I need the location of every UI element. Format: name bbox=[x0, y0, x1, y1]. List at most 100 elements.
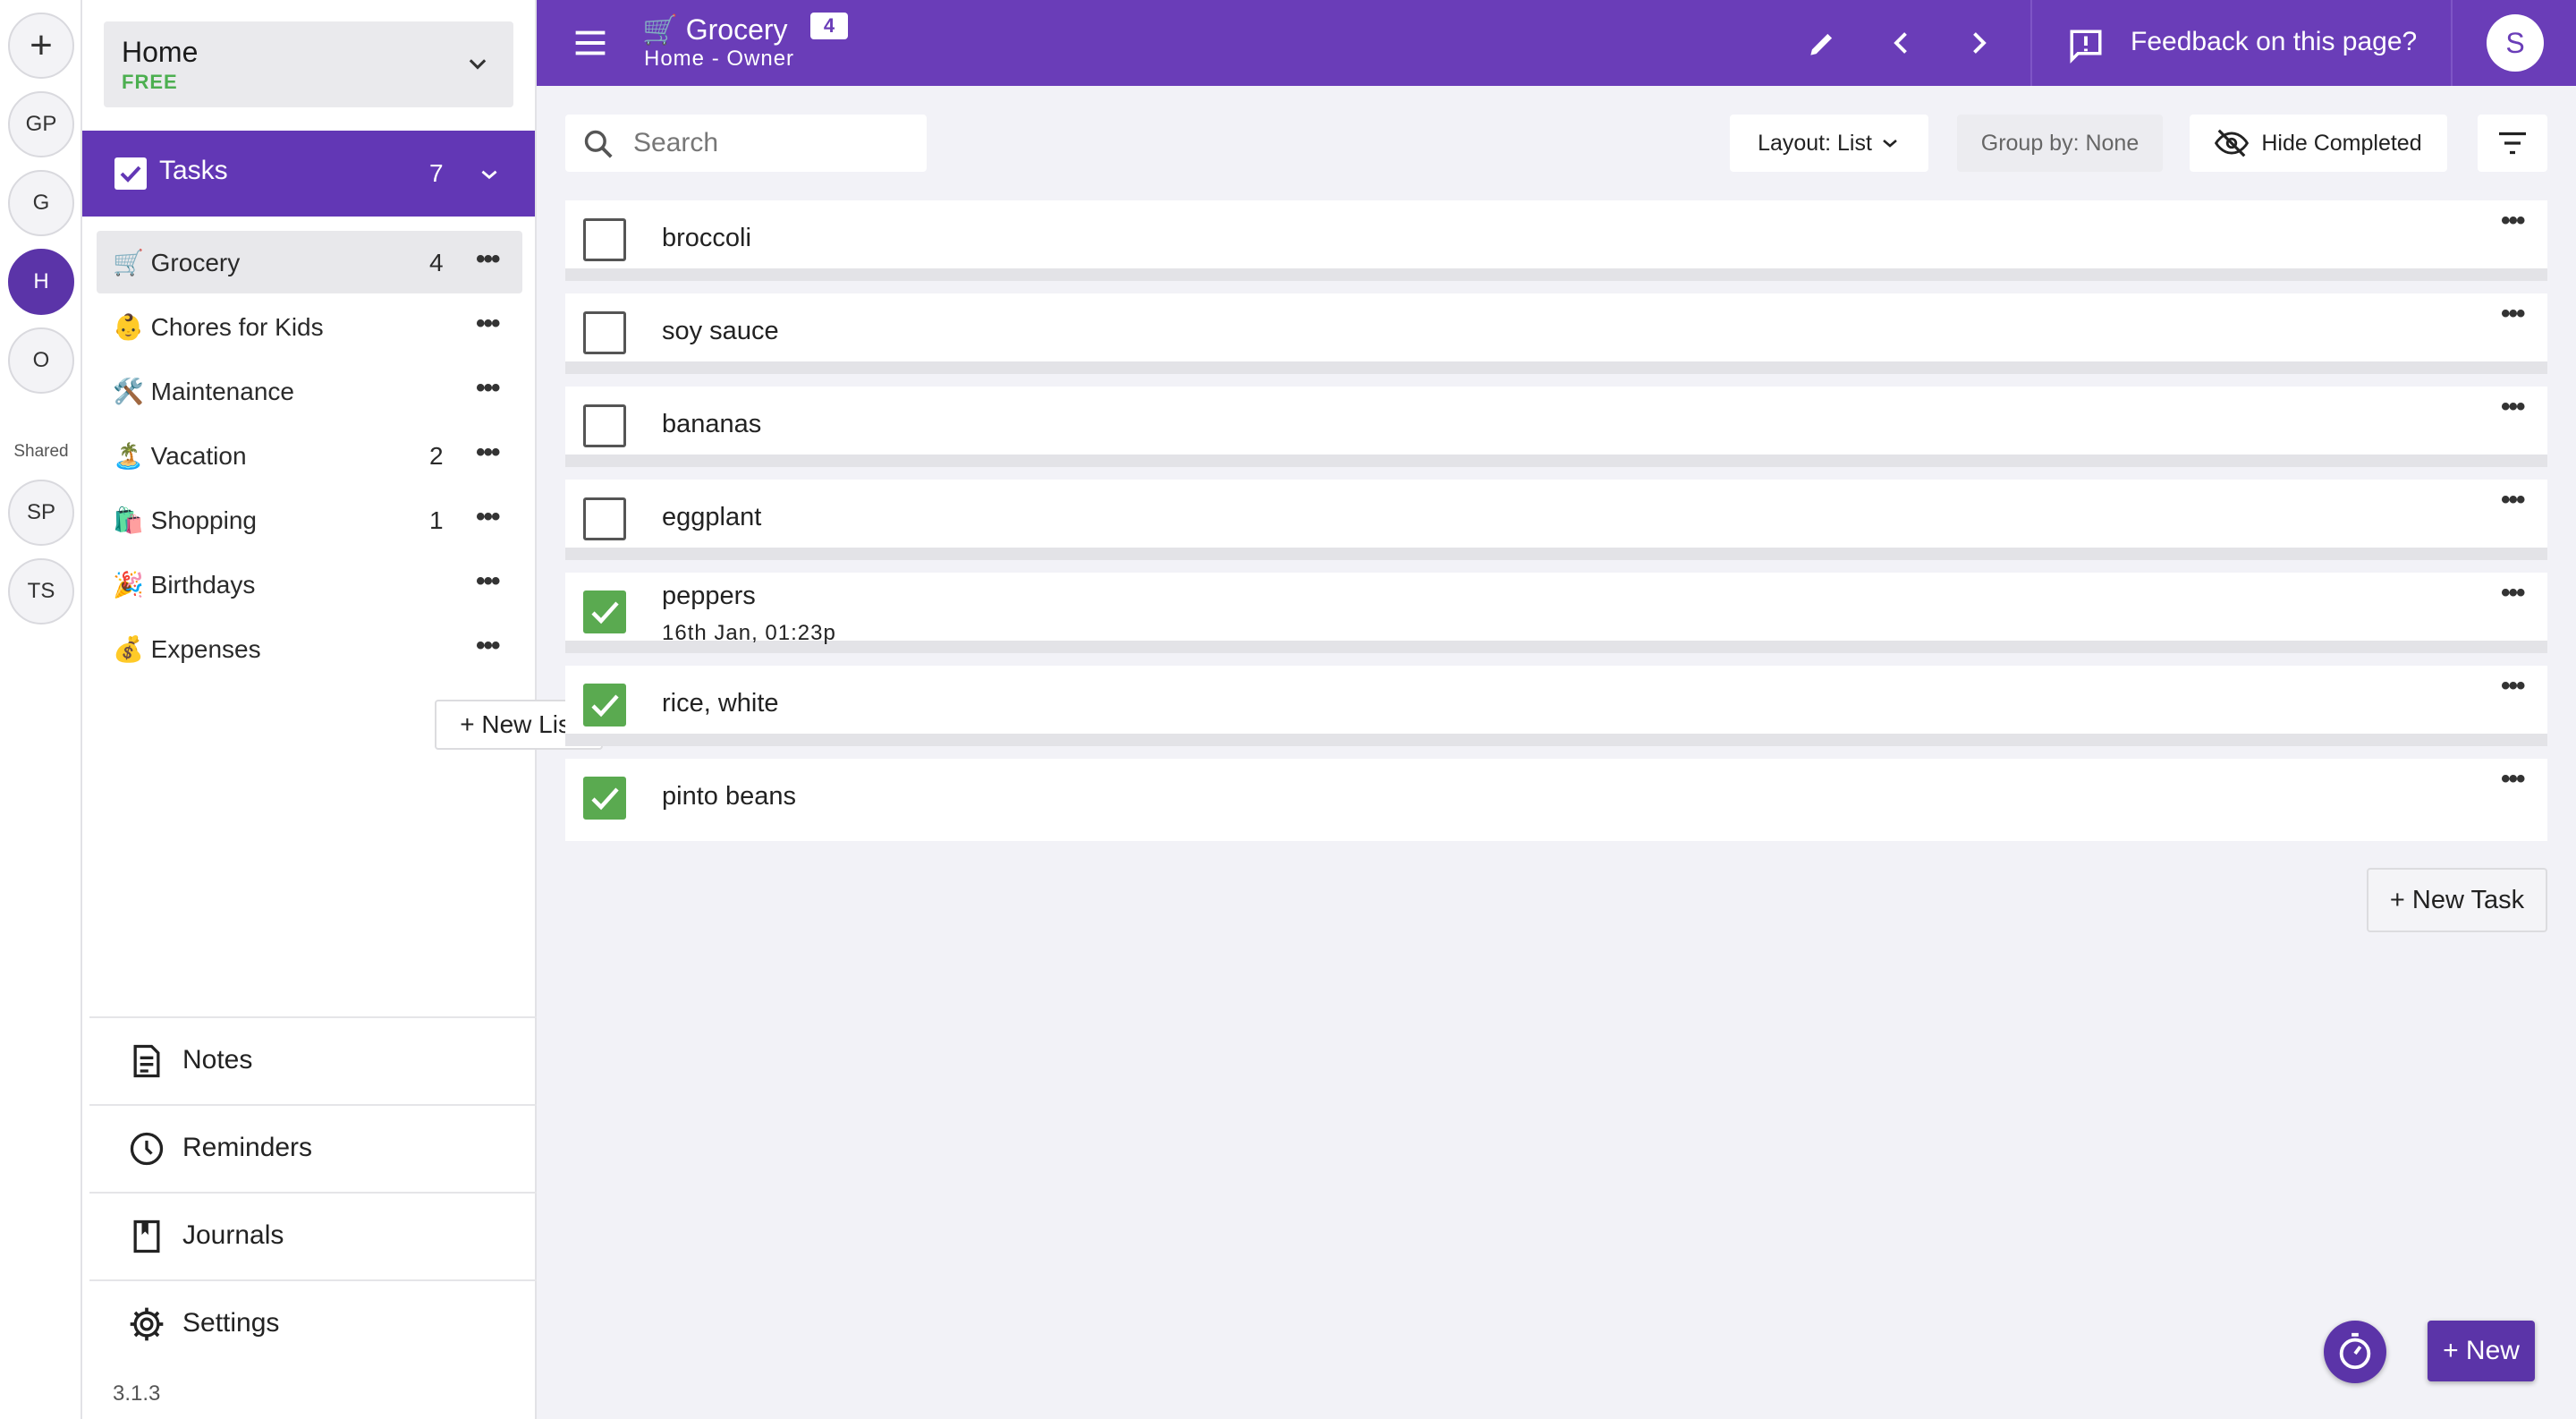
workspace-plan: FREE bbox=[122, 71, 178, 93]
gear-icon bbox=[130, 1307, 164, 1341]
feedback-icon[interactable] bbox=[2066, 27, 2106, 64]
list-item-label: 👶 Chores for Kids bbox=[113, 313, 324, 341]
nav-notes[interactable]: Notes bbox=[89, 1016, 537, 1102]
nav-journals[interactable]: Journals bbox=[89, 1192, 537, 1278]
more-icon[interactable]: ••• bbox=[476, 246, 500, 273]
more-icon[interactable]: ••• bbox=[476, 439, 500, 466]
filter-button[interactable] bbox=[2478, 115, 2547, 172]
user-avatar[interactable]: S bbox=[2487, 14, 2544, 72]
search-input[interactable] bbox=[631, 123, 909, 163]
layout-dropdown[interactable]: Layout: List bbox=[1730, 115, 1928, 172]
more-icon[interactable]: ••• bbox=[2501, 578, 2525, 608]
task-title[interactable]: pinto beans bbox=[662, 782, 796, 811]
group-by-label: Group by: None bbox=[1980, 130, 2140, 156]
workspace-gp[interactable]: GP bbox=[8, 91, 74, 157]
task-title[interactable]: bananas bbox=[662, 410, 761, 439]
task-completed-date: 16th Jan, 01:23p bbox=[662, 621, 836, 645]
task-row[interactable]: soy sauce ••• bbox=[565, 293, 2547, 374]
notes-icon bbox=[133, 1044, 160, 1078]
more-icon[interactable]: ••• bbox=[476, 633, 500, 659]
task-checkbox-checked[interactable] bbox=[583, 684, 626, 726]
workspace-g[interactable]: G bbox=[8, 170, 74, 236]
tasks-count: 7 bbox=[429, 159, 444, 187]
filter-icon bbox=[2499, 132, 2526, 155]
workspace-ts[interactable]: TS bbox=[8, 558, 74, 625]
clock-icon bbox=[130, 1132, 164, 1166]
menu-icon[interactable] bbox=[572, 27, 608, 59]
task-checkbox-checked[interactable] bbox=[583, 591, 626, 633]
timer-icon bbox=[2339, 1332, 2371, 1370]
task-row[interactable]: pinto beans ••• bbox=[565, 759, 2547, 841]
more-icon[interactable]: ••• bbox=[2501, 485, 2525, 515]
tasks-section-header[interactable]: Tasks 7 bbox=[82, 131, 535, 217]
task-title[interactable]: broccoli bbox=[662, 224, 751, 253]
workspace-sp[interactable]: SP bbox=[8, 480, 74, 546]
list-item-expenses[interactable]: 💰 Expenses ••• bbox=[97, 617, 522, 680]
tasks-check-icon bbox=[114, 157, 147, 190]
task-row[interactable]: broccoli ••• bbox=[565, 200, 2547, 281]
more-icon[interactable]: ••• bbox=[2501, 299, 2525, 329]
task-row[interactable]: eggplant ••• bbox=[565, 480, 2547, 560]
more-icon[interactable]: ••• bbox=[476, 504, 500, 531]
chevron-down-icon[interactable] bbox=[478, 163, 501, 186]
list-item-grocery[interactable]: 🛒 Grocery 4 ••• bbox=[97, 231, 522, 293]
tasks-title: Tasks bbox=[159, 156, 228, 185]
new-task-button[interactable]: + New Task bbox=[2367, 868, 2547, 932]
add-workspace-button[interactable]: + bbox=[8, 13, 74, 79]
chevron-right-icon[interactable] bbox=[1962, 27, 1995, 59]
list-item-count: 2 bbox=[429, 442, 444, 470]
list-item-label: 🛒 Grocery bbox=[113, 249, 241, 276]
layout-label: Layout: List bbox=[1758, 130, 1872, 156]
task-row[interactable]: bananas ••• bbox=[565, 387, 2547, 467]
nav-settings[interactable]: Settings bbox=[89, 1279, 537, 1365]
sidebar: Home FREE Tasks 7 🛒 Grocery 4 ••• 👶 Chor… bbox=[82, 0, 603, 1419]
search-box[interactable] bbox=[565, 115, 927, 172]
task-checkbox[interactable] bbox=[583, 404, 626, 447]
timer-button[interactable] bbox=[2324, 1321, 2386, 1383]
feedback-link[interactable]: Feedback on this page? bbox=[2131, 27, 2417, 57]
task-title[interactable]: rice, white bbox=[662, 689, 779, 718]
divider bbox=[2030, 0, 2032, 86]
more-icon[interactable]: ••• bbox=[2501, 392, 2525, 422]
task-checkbox[interactable] bbox=[583, 311, 626, 354]
nav-reminders[interactable]: Reminders bbox=[89, 1104, 537, 1190]
shared-label: Shared bbox=[13, 442, 69, 461]
new-item-button[interactable]: + New bbox=[2428, 1321, 2535, 1381]
workspace-h[interactable]: H bbox=[8, 249, 74, 315]
more-icon[interactable]: ••• bbox=[476, 310, 500, 337]
hide-completed-button[interactable]: Hide Completed bbox=[2190, 115, 2447, 172]
nav-label: Reminders bbox=[182, 1133, 313, 1162]
search-icon bbox=[584, 130, 613, 158]
list-item-label: 🎉 Birthdays bbox=[113, 571, 256, 599]
nav-label: Notes bbox=[182, 1045, 253, 1075]
task-title[interactable]: soy sauce bbox=[662, 317, 779, 346]
edit-icon[interactable] bbox=[1805, 27, 1839, 61]
task-title[interactable]: eggplant bbox=[662, 503, 761, 532]
more-icon[interactable]: ••• bbox=[476, 375, 500, 402]
workspace-o[interactable]: O bbox=[8, 327, 74, 394]
task-checkbox[interactable] bbox=[583, 497, 626, 540]
check-icon bbox=[591, 694, 619, 718]
task-checkbox-checked[interactable] bbox=[583, 777, 626, 820]
list-item-count: 4 bbox=[429, 249, 444, 276]
task-title[interactable]: peppers bbox=[662, 582, 756, 611]
list-item-chores[interactable]: 👶 Chores for Kids ••• bbox=[97, 295, 522, 358]
chevron-down-icon bbox=[1883, 140, 1897, 148]
app-version: 3.1.3 bbox=[113, 1381, 161, 1406]
list-item-shopping[interactable]: 🛍️ Shopping 1 ••• bbox=[97, 489, 522, 551]
nav-label: Journals bbox=[182, 1220, 284, 1250]
more-icon[interactable]: ••• bbox=[2501, 671, 2525, 701]
more-icon[interactable]: ••• bbox=[476, 568, 500, 595]
list-item-maintenance[interactable]: 🛠️ Maintenance ••• bbox=[97, 360, 522, 422]
task-row[interactable]: peppers 16th Jan, 01:23p ••• bbox=[565, 573, 2547, 653]
list-item-label: 🛠️ Maintenance bbox=[113, 378, 294, 405]
task-row[interactable]: rice, white ••• bbox=[565, 666, 2547, 746]
more-icon[interactable]: ••• bbox=[2501, 206, 2525, 236]
list-item-birthdays[interactable]: 🎉 Birthdays ••• bbox=[97, 553, 522, 616]
group-by-button[interactable]: Group by: None bbox=[1957, 115, 2163, 172]
workspace-select[interactable]: Home FREE bbox=[104, 21, 513, 107]
list-item-vacation[interactable]: 🏝️ Vacation 2 ••• bbox=[97, 424, 522, 487]
more-icon[interactable]: ••• bbox=[2501, 764, 2525, 794]
task-checkbox[interactable] bbox=[583, 218, 626, 261]
chevron-left-icon[interactable] bbox=[1885, 27, 1918, 59]
